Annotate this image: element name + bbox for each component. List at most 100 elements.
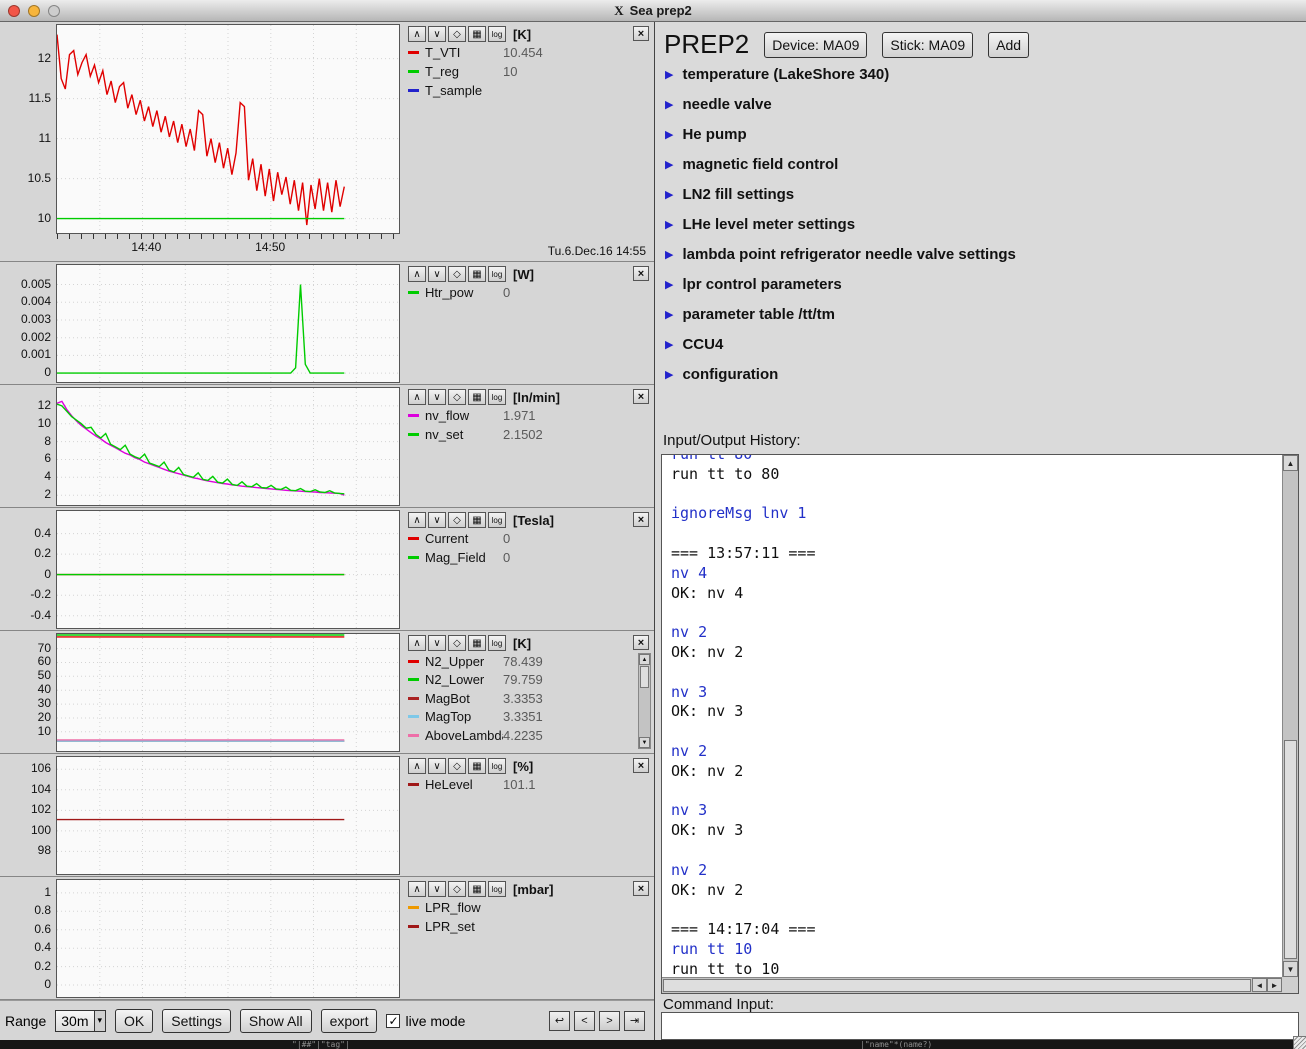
io-history-console[interactable]: run tt 80run tt to 80 ignoreMsg lnv 1 ==… (661, 454, 1299, 994)
show-all-button[interactable]: Show All (240, 1009, 312, 1033)
log-scale-button[interactable]: log (488, 389, 506, 405)
close-graph-button[interactable]: × (633, 635, 649, 650)
scroll-up-button[interactable]: ▲ (1283, 455, 1298, 471)
section-ln2-fill-settings[interactable]: ▶LN2 fill settings (665, 179, 1298, 209)
scale-up-button[interactable]: ∧ (408, 512, 426, 528)
close-graph-button[interactable]: × (633, 512, 649, 527)
plot-area[interactable] (56, 756, 400, 875)
plot-area[interactable] (56, 387, 400, 506)
jump-to-end-button[interactable]: ⇥ (624, 1011, 645, 1031)
scroll-right-button[interactable]: ► (1267, 978, 1282, 992)
grid-button[interactable]: ▦ (468, 389, 486, 405)
section-lambda-point-refrigerator-needle-valve-s[interactable]: ▶lambda point refrigerator needle valve … (665, 239, 1298, 269)
scale-down-button[interactable]: ∨ (428, 881, 446, 897)
series-row-htr-pow[interactable]: Htr_pow0 (408, 283, 650, 302)
zoom-window-button[interactable] (48, 5, 60, 17)
autoscale-button[interactable]: ◇ (448, 26, 466, 42)
series-row-t-reg[interactable]: T_reg10 (408, 62, 650, 81)
scroll-left-button[interactable]: ◄ (1252, 978, 1267, 992)
log-scale-button[interactable]: log (488, 266, 506, 282)
legend-scroll-down-button[interactable]: ▼ (639, 737, 650, 748)
settings-button[interactable]: Settings (162, 1009, 231, 1033)
horizontal-scrollbar-thumb[interactable] (663, 979, 1251, 992)
legend-scrollbar[interactable]: ▲▼ (638, 653, 651, 749)
vertical-scrollbar[interactable]: ▲ ▼ (1282, 455, 1298, 977)
series-row-lpr-set[interactable]: LPR_set (408, 917, 650, 936)
series-row-n2-lower[interactable]: N2_Lower79.759 (408, 671, 650, 690)
vertical-scrollbar-thumb[interactable] (1284, 740, 1297, 959)
scale-up-button[interactable]: ∧ (408, 758, 426, 774)
horizontal-scrollbar[interactable]: ◄ ► (662, 977, 1282, 993)
section-ccu4[interactable]: ▶CCU4 (665, 329, 1298, 359)
scale-up-button[interactable]: ∧ (408, 266, 426, 282)
range-select[interactable]: 30m ▾ (55, 1010, 106, 1032)
grid-button[interactable]: ▦ (468, 881, 486, 897)
scale-down-button[interactable]: ∨ (428, 635, 446, 651)
close-graph-button[interactable]: × (633, 26, 649, 41)
log-scale-button[interactable]: log (488, 512, 506, 528)
scale-down-button[interactable]: ∨ (428, 389, 446, 405)
add-button[interactable]: Add (988, 32, 1029, 58)
step-forward-button[interactable]: > (599, 1011, 620, 1031)
series-row-magtop[interactable]: MagTop3.3351 (408, 708, 650, 727)
log-scale-button[interactable]: log (488, 758, 506, 774)
series-row-abovelambda[interactable]: AboveLambda4.2235 (408, 726, 650, 745)
autoscale-button[interactable]: ◇ (448, 758, 466, 774)
scale-down-button[interactable]: ∨ (428, 758, 446, 774)
scale-down-button[interactable]: ∨ (428, 266, 446, 282)
plot-area[interactable] (56, 24, 400, 234)
autoscale-button[interactable]: ◇ (448, 389, 466, 405)
section-configuration[interactable]: ▶configuration (665, 359, 1298, 389)
series-row-t-sample[interactable]: T_sample (408, 81, 650, 100)
close-graph-button[interactable]: × (633, 266, 649, 281)
export-button[interactable]: export (321, 1009, 378, 1033)
plot-area[interactable] (56, 510, 400, 629)
series-row-current[interactable]: Current0 (408, 529, 650, 548)
scale-up-button[interactable]: ∧ (408, 881, 426, 897)
autoscale-button[interactable]: ◇ (448, 512, 466, 528)
series-row-magbot[interactable]: MagBot3.3353 (408, 689, 650, 708)
stick-button[interactable]: Stick: MA09 (882, 32, 973, 58)
plot-area[interactable] (56, 633, 400, 752)
autoscale-button[interactable]: ◇ (448, 635, 466, 651)
scale-down-button[interactable]: ∨ (428, 512, 446, 528)
series-row-mag-field[interactable]: Mag_Field0 (408, 548, 650, 567)
log-scale-button[interactable]: log (488, 635, 506, 651)
section-lpr-control-parameters[interactable]: ▶lpr control parameters (665, 269, 1298, 299)
close-window-button[interactable] (8, 5, 20, 17)
step-back-button[interactable]: < (574, 1011, 595, 1031)
grid-button[interactable]: ▦ (468, 635, 486, 651)
section-needle-valve[interactable]: ▶needle valve (665, 89, 1298, 119)
section-parameter-table-tt-tm[interactable]: ▶parameter table /tt/tm (665, 299, 1298, 329)
live-mode-checkbox[interactable]: ✓ live mode (386, 1013, 465, 1029)
grid-button[interactable]: ▦ (468, 512, 486, 528)
scale-down-button[interactable]: ∨ (428, 26, 446, 42)
close-graph-button[interactable]: × (633, 881, 649, 896)
section-magnetic-field-control[interactable]: ▶magnetic field control (665, 149, 1298, 179)
autoscale-button[interactable]: ◇ (448, 266, 466, 282)
section-lhe-level-meter-settings[interactable]: ▶LHe level meter settings (665, 209, 1298, 239)
autoscale-button[interactable]: ◇ (448, 881, 466, 897)
scale-up-button[interactable]: ∧ (408, 635, 426, 651)
scroll-down-button[interactable]: ▼ (1283, 961, 1298, 977)
section-he-pump[interactable]: ▶He pump (665, 119, 1298, 149)
plot-area[interactable] (56, 264, 400, 383)
ok-button[interactable]: OK (115, 1009, 153, 1033)
series-row-nv-flow[interactable]: nv_flow1.971 (408, 406, 650, 425)
close-graph-button[interactable]: × (633, 389, 649, 404)
legend-scroll-up-button[interactable]: ▲ (639, 654, 650, 665)
log-scale-button[interactable]: log (488, 26, 506, 42)
jump-back-button[interactable]: ↩ (549, 1011, 570, 1031)
device-button[interactable]: Device: MA09 (764, 32, 867, 58)
grid-button[interactable]: ▦ (468, 26, 486, 42)
section-temperature-lakeshore-340[interactable]: ▶temperature (LakeShore 340) (665, 59, 1298, 89)
scale-up-button[interactable]: ∧ (408, 26, 426, 42)
series-row-n2-upper[interactable]: N2_Upper78.439 (408, 652, 650, 671)
series-row-helevel[interactable]: HeLevel101.1 (408, 775, 650, 794)
scale-up-button[interactable]: ∧ (408, 389, 426, 405)
command-input[interactable] (661, 1012, 1299, 1040)
grid-button[interactable]: ▦ (468, 758, 486, 774)
minimize-window-button[interactable] (28, 5, 40, 17)
window-titlebar[interactable]: XSea prep2 (0, 0, 1306, 22)
series-row-lpr-flow[interactable]: LPR_flow (408, 898, 650, 917)
